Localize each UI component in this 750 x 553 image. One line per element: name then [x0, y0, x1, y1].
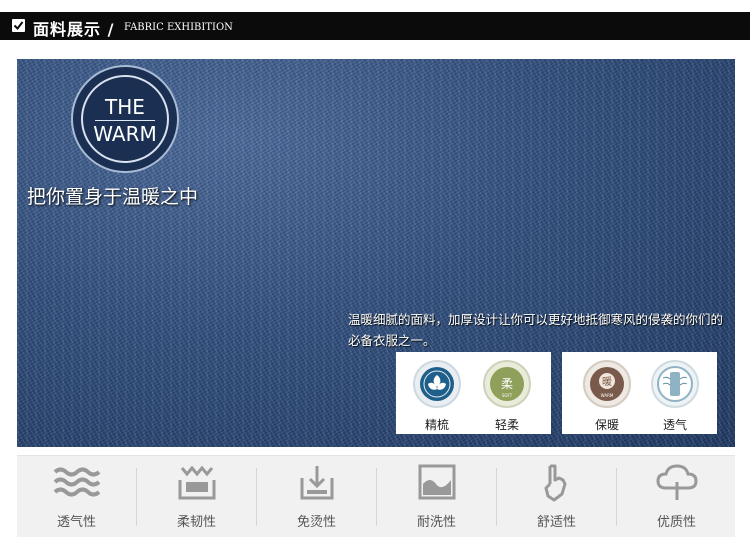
wave-icon — [53, 467, 101, 497]
section-subtitle: FABRIC EXHIBITION — [124, 22, 233, 33]
badge-label-soft: 轻柔 — [494, 418, 519, 432]
feature-iron-free: 免烫性 — [257, 456, 376, 537]
badge-label-breathable: 透气 — [662, 418, 687, 432]
soft-icon: 柔 SOFT — [483, 360, 531, 408]
checkmark-icon — [12, 19, 25, 32]
warm-sub: WARM — [601, 393, 614, 398]
feature-label: 免烫性 — [296, 515, 336, 530]
feature-label: 耐洗性 — [416, 515, 456, 530]
breathable-icon — [651, 360, 699, 408]
logo-text-the: THE — [105, 95, 145, 119]
soft-sub: SOFT — [502, 393, 513, 398]
hero-description: 温暖细腻的面料，加厚设计让你可以更好地抵御寒风的侵袭的你们的必备衣服之一。 — [348, 312, 724, 348]
badge-card-right: 暖 WARM 保暖 透气 — [562, 352, 717, 434]
badge-label-combed: 精梳 — [424, 418, 449, 432]
logo-text-warm: WARM — [93, 122, 157, 146]
fabric-hero-image: THE WARM 把你置身于温暖之中 温暖细腻的面料，加厚设计让你可以更好地抵御… — [17, 59, 735, 447]
quality-icon — [656, 464, 698, 500]
feature-label: 舒适性 — [536, 515, 576, 530]
warm-icon: 暖 WARM — [583, 360, 631, 408]
feature-label: 柔韧性 — [176, 515, 216, 530]
feature-breathability: 透气性 — [17, 456, 136, 537]
iron-free-icon — [300, 466, 334, 500]
section-header: 面料展示 / FABRIC EXHIBITION — [0, 12, 750, 40]
hand-icon — [544, 464, 567, 502]
badge-label-warm: 保暖 — [594, 418, 619, 432]
feature-comfort: 舒适性 — [497, 456, 616, 537]
section-title: 面料展示 / — [33, 20, 115, 39]
feature-strip: 透气性 柔韧性 免烫性 耐洗性 舒适性 优质性 — [17, 455, 735, 537]
flex-icon — [178, 465, 216, 500]
feature-washability: 耐洗性 — [377, 456, 496, 537]
feature-label: 透气性 — [56, 515, 96, 530]
feature-label: 优质性 — [656, 515, 696, 530]
wash-icon — [418, 464, 456, 500]
feature-flexibility: 柔韧性 — [137, 456, 256, 537]
soft-glyph: 柔 — [501, 377, 513, 391]
the-warm-logo: THE WARM — [71, 65, 179, 173]
cotton-icon — [413, 360, 461, 408]
hero-slogan: 把你置身于温暖之中 — [27, 186, 199, 208]
feature-quality: 优质性 — [617, 456, 736, 537]
warm-glyph: 暖 — [602, 375, 612, 388]
badge-card-left: 精梳 柔 SOFT 轻柔 — [396, 352, 551, 434]
